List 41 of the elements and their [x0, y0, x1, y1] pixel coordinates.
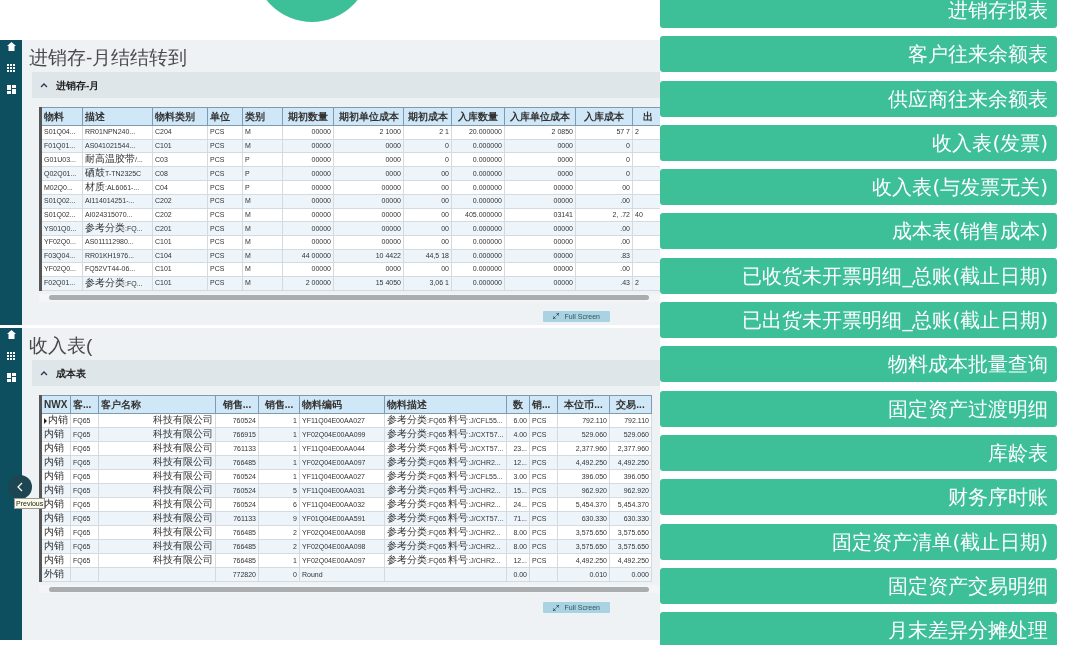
- collapse-caret-icon[interactable]: [40, 369, 48, 377]
- expand-icon: [552, 604, 559, 611]
- column-header[interactable]: 客户名称: [98, 395, 216, 414]
- row-marker-icon: [44, 418, 47, 425]
- column-header[interactable]: 物料: [40, 107, 83, 126]
- column-header[interactable]: NWX: [40, 395, 71, 414]
- section-title: 进销存-月: [56, 78, 100, 93]
- column-header[interactable]: 单位: [207, 107, 243, 126]
- column-header[interactable]: 销售...: [215, 395, 259, 414]
- home-icon[interactable]: [6, 330, 16, 339]
- column-header[interactable]: 描述: [82, 107, 153, 126]
- column-header[interactable]: 销...: [529, 395, 558, 414]
- expand-icon: [552, 313, 559, 319]
- column-header[interactable]: 入库单位成本: [504, 107, 576, 126]
- column-header[interactable]: 物料编码: [299, 395, 385, 414]
- column-header[interactable]: 类别: [242, 107, 283, 126]
- chevron-left-icon: [17, 482, 23, 492]
- column-header[interactable]: 入库成本: [575, 107, 633, 126]
- column-header[interactable]: 本位币...: [557, 395, 610, 414]
- home-icon[interactable]: [6, 42, 16, 51]
- column-header[interactable]: 期初成本: [403, 107, 452, 126]
- scrollbar[interactable]: [39, 585, 660, 593]
- column-header[interactable]: 出: [632, 107, 660, 126]
- column-header[interactable]: 数: [506, 395, 530, 414]
- column-header[interactable]: 期初单位成本: [333, 107, 404, 126]
- scrollbar[interactable]: [39, 293, 660, 302]
- page-title: 进销存-月结结转到: [29, 46, 188, 70]
- collapse-caret-icon[interactable]: [40, 81, 48, 89]
- column-header[interactable]: 物料描述: [384, 395, 507, 414]
- dashboard-icon[interactable]: [6, 373, 16, 382]
- column-header[interactable]: 客...: [70, 395, 99, 414]
- grid-icon[interactable]: [7, 352, 15, 360]
- column-header[interactable]: 入库数量: [451, 107, 505, 126]
- section-title: 成本表: [56, 366, 86, 381]
- column-header[interactable]: 期初数量: [282, 107, 334, 126]
- grid-icon[interactable]: [7, 64, 15, 72]
- column-header[interactable]: 交易...: [609, 395, 652, 414]
- dashboard-icon[interactable]: [6, 85, 16, 94]
- column-header[interactable]: 销售...: [258, 395, 300, 414]
- page-title: 收入表(: [29, 334, 93, 358]
- column-header[interactable]: 物料类别: [152, 107, 208, 126]
